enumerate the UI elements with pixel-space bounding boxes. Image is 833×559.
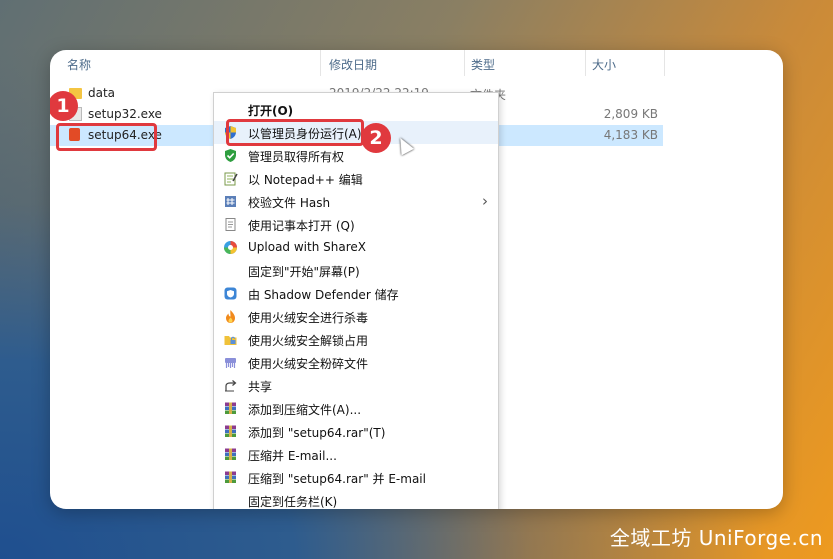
huorong-shred-icon	[225, 358, 236, 368]
sort-caret-icon: ^	[188, 50, 196, 54]
file-name: data	[88, 86, 116, 100]
menu-item-label: 使用火绒安全进行杀毒	[248, 311, 369, 325]
column-header-type[interactable]: 类型	[471, 56, 495, 73]
column-divider[interactable]	[320, 50, 321, 76]
menu-item-huorong-shred[interactable]: 使用火绒安全粉碎文件	[214, 351, 498, 374]
green-shield-icon	[225, 149, 236, 162]
highlight-box-file	[56, 123, 157, 151]
menu-item-label: 固定到"开始"屏幕(P)	[248, 265, 360, 279]
submenu-arrow-icon: ›	[482, 192, 488, 210]
menu-item-label: 固定到任务栏(K)	[248, 495, 338, 509]
hash-icon	[225, 196, 236, 207]
menu-item-shadow-defender[interactable]: 由 Shadow Defender 储存	[214, 282, 498, 305]
file-name: setup32.exe	[88, 107, 162, 121]
column-header-size[interactable]: 大小	[592, 56, 616, 73]
column-divider[interactable]	[585, 50, 586, 76]
column-divider[interactable]	[664, 50, 665, 76]
step-badge-2: 2	[361, 123, 391, 153]
file-size: 2,809 KB	[603, 107, 658, 121]
shadow-defender-icon	[224, 287, 237, 300]
menu-item-pin-taskbar[interactable]: 固定到任务栏(K)	[214, 489, 498, 509]
menu-item-open[interactable]: 打开(O)	[214, 98, 498, 121]
notepad-doc-icon	[225, 218, 236, 231]
menu-item-take-ownership[interactable]: 管理员取得所有权	[214, 144, 498, 167]
menu-item-label: 添加到压缩文件(A)...	[248, 403, 362, 417]
column-header-name[interactable]: 名称	[67, 56, 91, 73]
menu-item-label: 共享	[248, 380, 273, 394]
menu-item-notepadpp[interactable]: 以 Notepad++ 编辑	[214, 167, 498, 190]
menu-item-label: 压缩并 E-mail...	[248, 449, 337, 463]
sharex-icon	[224, 241, 237, 254]
menu-item-huorong-scan[interactable]: 使用火绒安全进行杀毒	[214, 305, 498, 328]
menu-item-label: Upload with ShareX	[248, 240, 366, 254]
share-icon	[225, 380, 237, 392]
menu-item-label: 以 Notepad++ 编辑	[248, 173, 363, 187]
menu-item-winrar-named-email[interactable]: 压缩到 "setup64.rar" 并 E-mail	[214, 466, 498, 489]
menu-item-label: 添加到 "setup64.rar"(T)	[248, 426, 386, 440]
menu-item-share[interactable]: 共享	[214, 374, 498, 397]
menu-item-label: 使用记事本打开 (Q)	[248, 219, 355, 233]
menu-item-pin-start[interactable]: 固定到"开始"屏幕(P)	[214, 259, 498, 282]
winrar-icon	[225, 425, 236, 437]
column-divider[interactable]	[464, 50, 465, 76]
menu-item-label: 校验文件 Hash	[248, 196, 331, 210]
menu-item-label: 使用火绒安全解锁占用	[248, 334, 369, 348]
column-header-date[interactable]: 修改日期	[329, 56, 377, 73]
huorong-flame-icon	[226, 310, 235, 323]
winrar-icon	[225, 471, 236, 483]
context-menu: 打开(O) 以管理员身份运行(A) 管理员取得所有权 以 Notepad++ 编…	[213, 92, 499, 509]
file-explorer-window: ^ 名称 修改日期 类型 大小 data 2019/2/22 22:19 文件夹…	[50, 50, 783, 509]
file-size: 4,183 KB	[603, 128, 658, 142]
menu-item-label: 使用火绒安全粉碎文件	[248, 357, 369, 371]
highlight-box-run-as-admin	[226, 119, 364, 146]
menu-item-open-notepad[interactable]: 使用记事本打开 (Q)	[214, 213, 498, 236]
winrar-icon	[225, 448, 236, 460]
winrar-icon	[225, 402, 236, 414]
watermark: 全域工坊 UniForge.cn	[609, 526, 823, 550]
huorong-unlock-icon	[224, 336, 237, 345]
menu-item-winrar-email[interactable]: 压缩并 E-mail...	[214, 443, 498, 466]
menu-item-label: 由 Shadow Defender 储存	[248, 288, 399, 302]
menu-item-verify-hash[interactable]: 校验文件 Hash ›	[214, 190, 498, 213]
menu-item-label: 管理员取得所有权	[248, 150, 345, 164]
menu-item-sharex[interactable]: Upload with ShareX	[214, 236, 498, 259]
menu-item-huorong-unlock[interactable]: 使用火绒安全解锁占用	[214, 328, 498, 351]
menu-item-winrar-add-named[interactable]: 添加到 "setup64.rar"(T)	[214, 420, 498, 443]
menu-item-label: 压缩到 "setup64.rar" 并 E-mail	[248, 472, 426, 486]
menu-item-label: 打开(O)	[248, 104, 294, 118]
notepad-icon	[224, 172, 238, 186]
menu-item-winrar-add[interactable]: 添加到压缩文件(A)...	[214, 397, 498, 420]
